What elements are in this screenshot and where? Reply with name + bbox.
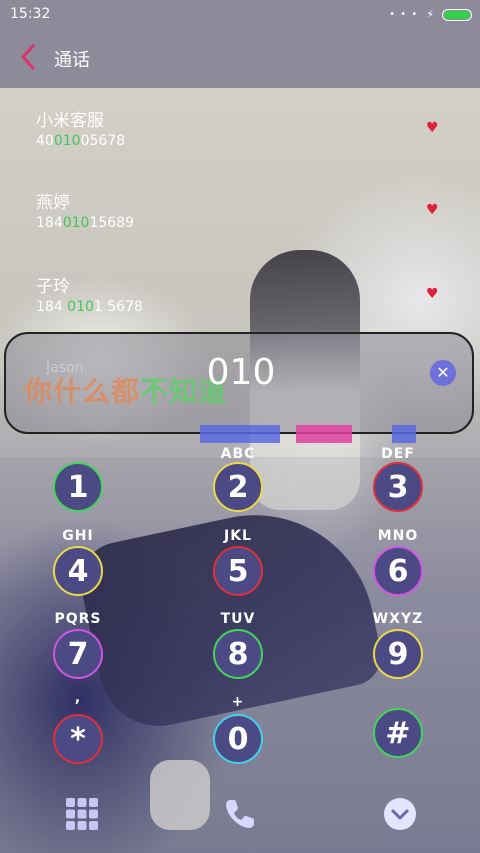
status-time: 15:32 — [10, 6, 51, 22]
contact-name: 子玲 — [36, 277, 70, 297]
battery-icon — [442, 8, 472, 21]
phone-call-icon[interactable] — [220, 794, 260, 834]
heart-icon: ♥ — [426, 286, 439, 302]
contact-item[interactable]: 子玲 184 0101 5678 ♥ — [0, 254, 480, 336]
decoration-bar — [392, 425, 416, 443]
contact-item[interactable]: 燕婷 18401015689 ♥ — [0, 170, 480, 252]
contact-number: 18401015689 — [36, 215, 135, 231]
bottom-action-bar — [0, 772, 480, 853]
contact-item[interactable]: 小米客服 4001005678 ♥ — [0, 88, 480, 170]
dialed-number: 010 — [206, 352, 276, 393]
status-icons: • • • ⚡ — [389, 8, 472, 21]
dialpad-grid-icon[interactable] — [62, 794, 102, 834]
status-bar: 15:32 • • • ⚡ — [0, 0, 480, 30]
contact-name: 燕婷 — [36, 193, 70, 213]
page-title: 通话 — [54, 50, 90, 71]
notification-dots-icon: • • • — [389, 9, 419, 20]
contact-name: 小米客服 — [36, 111, 104, 131]
charging-icon: ⚡ — [426, 8, 434, 21]
heart-icon: ♥ — [426, 202, 439, 218]
heart-icon: ♥ — [426, 120, 439, 136]
clear-icon[interactable]: ✕ — [430, 360, 456, 386]
dial-number-field[interactable]: Jason 你什么都不知道 010 ✕ — [4, 332, 474, 434]
chevron-down-icon[interactable] — [380, 794, 420, 834]
title-bar: 通话 — [0, 30, 480, 88]
contact-list: 小米客服 4001005678 ♥ 燕婷 18401015689 ♥ 子玲 18… — [0, 88, 480, 332]
decoration-bar — [296, 425, 352, 443]
decoration-bar — [200, 425, 280, 443]
back-arrow-icon[interactable] — [16, 42, 40, 72]
contact-number: 4001005678 — [36, 133, 126, 149]
contact-number: 184 0101 5678 — [36, 299, 143, 315]
